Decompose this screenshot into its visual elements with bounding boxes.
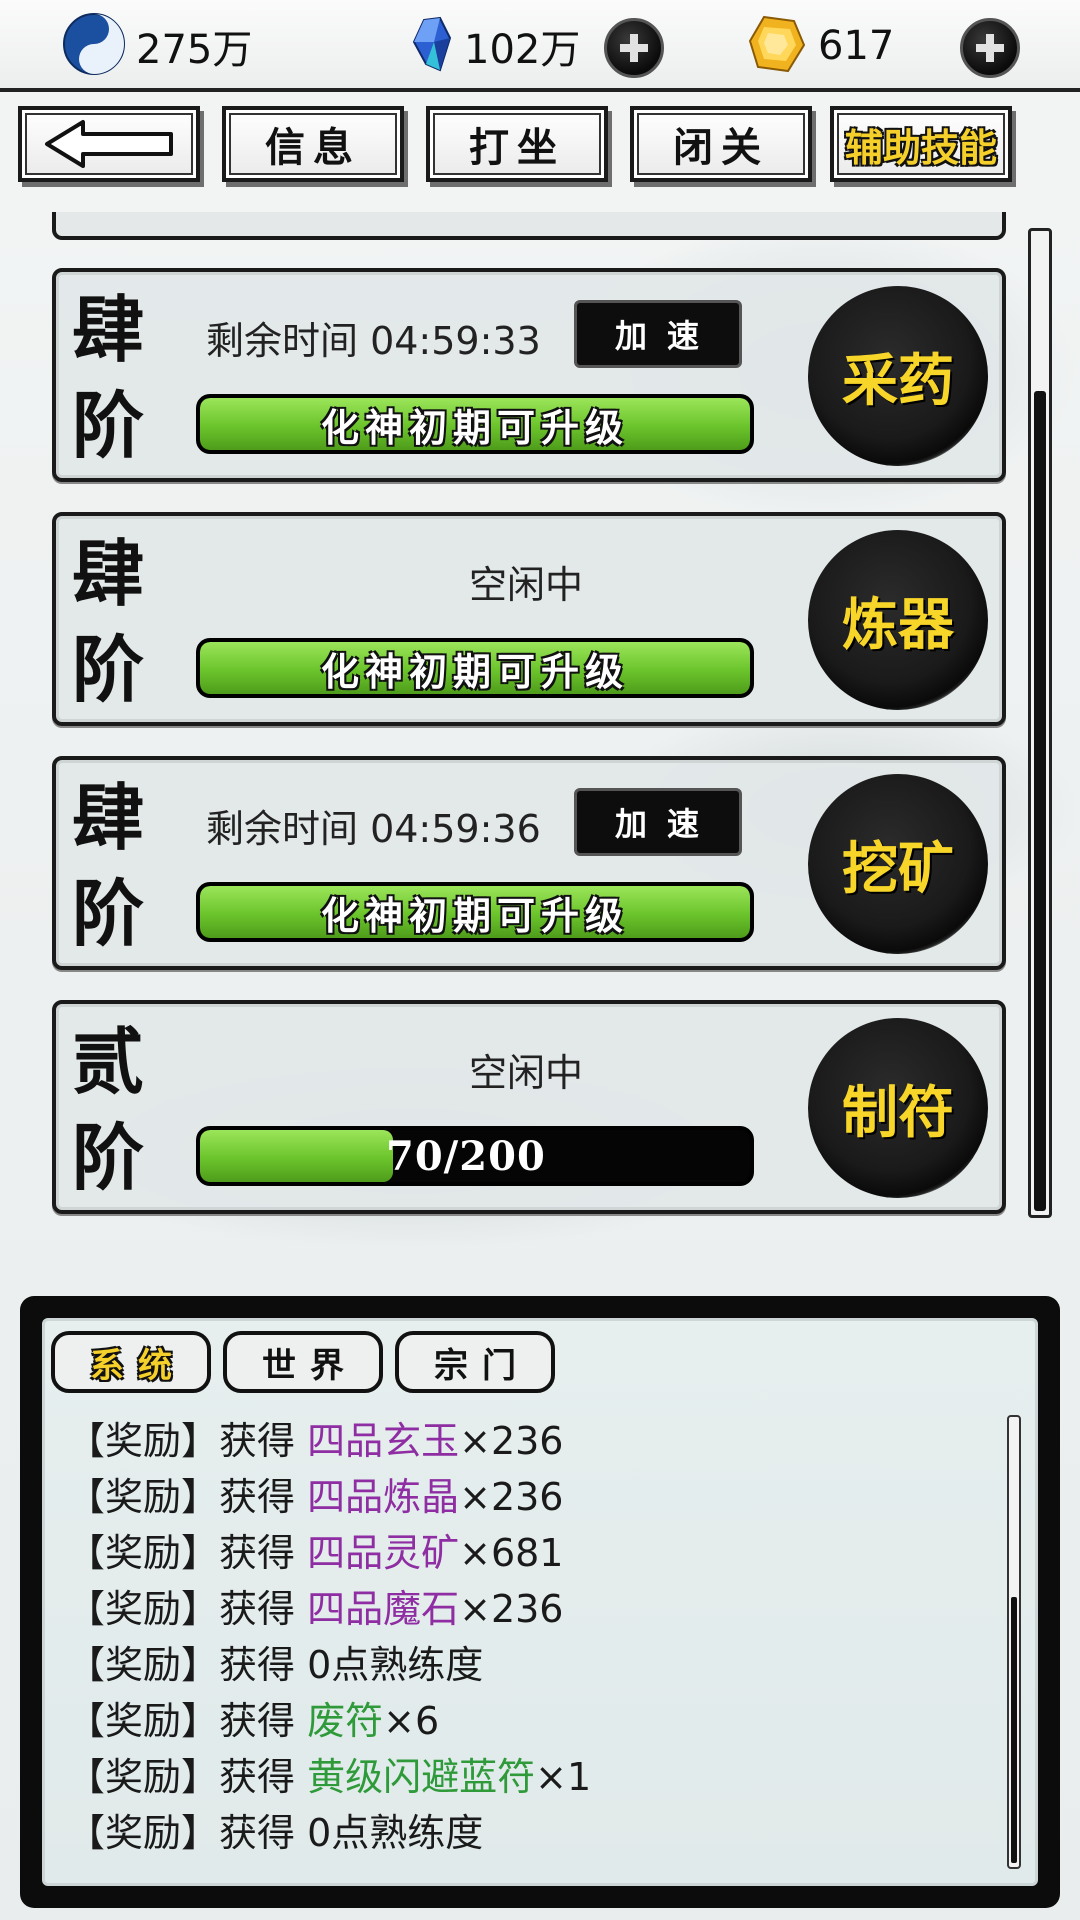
log-item: 四品玄玉	[307, 1419, 460, 1463]
skill-tier: 肆阶	[72, 775, 145, 956]
chat-panel: 系统 世界 宗门 【奖励】获得 四品玄玉×236 【奖励】获得 四品炼晶×236…	[20, 1296, 1060, 1908]
speed-up-button[interactable]: 加速	[574, 300, 742, 368]
chat-tab-world[interactable]: 世界	[223, 1331, 383, 1393]
log-line: 【奖励】获得 四品玄玉×236	[67, 1413, 997, 1469]
list-scrollbar-thumb[interactable]	[1034, 391, 1046, 1211]
skill-status: 剩余时间 04:59:36	[206, 807, 541, 851]
add-spirit-stone-button[interactable]	[604, 18, 664, 78]
spirit-stone-value: 102万	[464, 27, 581, 73]
tab-seclusion-label: 闭关	[673, 124, 769, 171]
log-item: 黄级闪避蓝符	[307, 1755, 536, 1799]
log-prefix: 【奖励】获得	[67, 1699, 308, 1743]
log-line: 【奖励】获得 废符×6	[67, 1693, 997, 1749]
log-suffix: ×681	[459, 1531, 564, 1575]
chat-scrollbar-thumb[interactable]	[1011, 1597, 1017, 1863]
gold-gem-resource: 617	[746, 14, 894, 78]
log-line: 【奖励】获得 黄级闪避蓝符×1	[67, 1749, 997, 1805]
yin-yang-icon	[62, 12, 126, 80]
skill-card-forge: 肆阶 空闲中 化神初期可升级 炼器	[52, 512, 1006, 726]
speed-up-button[interactable]: 加速	[574, 788, 742, 856]
tab-meditate[interactable]: 打坐	[426, 106, 608, 182]
log-line: 【奖励】获得 四品灵矿×681	[67, 1525, 997, 1581]
tab-info[interactable]: 信息	[222, 106, 404, 182]
log-prefix: 【奖励】获得	[67, 1419, 308, 1463]
list-item-partial	[52, 212, 1006, 240]
log-prefix: 【奖励】获得 0点熟练度	[67, 1643, 484, 1687]
log-prefix: 【奖励】获得	[67, 1475, 308, 1519]
skill-tier: 肆阶	[72, 531, 145, 712]
log-line: 【奖励】获得 0点熟练度	[67, 1805, 997, 1861]
skill-card-herb: 肆阶 剩余时间 04:59:33 加速 化神初期可升级 采药	[52, 268, 1006, 482]
chat-content: 系统 世界 宗门 【奖励】获得 四品玄玉×236 【奖励】获得 四品炼晶×236…	[42, 1318, 1038, 1886]
skill-tier: 贰阶	[72, 1019, 145, 1200]
skill-progress-bar: 70/200	[196, 1126, 754, 1186]
blue-crystal-icon	[410, 16, 454, 76]
tab-auxiliary-skills[interactable]: 辅助技能	[830, 106, 1012, 182]
log-item: 四品炼晶	[307, 1475, 460, 1519]
chat-tab-sect[interactable]: 宗门	[395, 1331, 555, 1393]
progress-text: 化神初期可升级	[320, 404, 629, 450]
log-prefix: 【奖励】获得	[67, 1531, 308, 1575]
log-prefix: 【奖励】获得	[67, 1587, 308, 1631]
back-arrow-icon	[45, 120, 173, 168]
log-suffix: ×236	[459, 1419, 564, 1463]
skill-card-mining: 肆阶 剩余时间 04:59:36 加速 化神初期可升级 挖矿	[52, 756, 1006, 970]
resource-bar: 275万 102万 617	[0, 0, 1080, 92]
chat-log: 【奖励】获得 四品玄玉×236 【奖励】获得 四品炼晶×236 【奖励】获得 四…	[67, 1413, 997, 1861]
tab-seclusion[interactable]: 闭关	[630, 106, 812, 182]
gold-gem-icon	[746, 13, 808, 79]
cultivation-resource: 275万	[62, 12, 253, 80]
skill-status: 剩余时间 04:59:33	[206, 319, 541, 363]
skill-talisman-button[interactable]: 制符	[808, 1018, 988, 1198]
log-line: 【奖励】获得 0点熟练度	[67, 1637, 997, 1693]
skill-progress-bar: 化神初期可升级	[196, 394, 754, 454]
tab-info-label: 信息	[265, 124, 361, 171]
progress-text: 化神初期可升级	[320, 892, 629, 938]
chat-scrollbar[interactable]	[1007, 1415, 1021, 1869]
log-suffix: ×6	[383, 1699, 440, 1743]
tab-auxiliary-skills-label: 辅助技能	[844, 124, 997, 170]
back-button[interactable]	[18, 106, 200, 182]
log-suffix: ×1	[535, 1755, 592, 1799]
cultivation-value: 275万	[136, 27, 253, 73]
plus-icon	[976, 34, 1004, 62]
tab-meditate-label: 打坐	[469, 124, 565, 171]
log-line: 【奖励】获得 四品魔石×236	[67, 1581, 997, 1637]
log-line: 【奖励】获得 四品炼晶×236	[67, 1469, 997, 1525]
log-prefix: 【奖励】获得 0点熟练度	[67, 1811, 484, 1855]
skill-tier: 肆阶	[72, 287, 145, 468]
log-suffix: ×236	[459, 1587, 564, 1631]
skill-status: 空闲中	[468, 1051, 583, 1095]
progress-text: 化神初期可升级	[320, 648, 629, 694]
add-gold-gem-button[interactable]	[960, 18, 1020, 78]
progress-text: 70/200	[386, 1132, 546, 1180]
spirit-stone-resource: 102万	[410, 14, 580, 78]
skill-forge-button[interactable]: 炼器	[808, 530, 988, 710]
log-item: 废符	[307, 1699, 384, 1743]
log-item: 四品灵矿	[307, 1531, 460, 1575]
gold-gem-value: 617	[818, 23, 895, 69]
skill-progress-bar: 化神初期可升级	[196, 882, 754, 942]
log-item: 四品魔石	[307, 1587, 460, 1631]
list-scrollbar[interactable]	[1028, 228, 1052, 1218]
plus-icon	[620, 34, 648, 62]
chat-tab-system[interactable]: 系统	[51, 1331, 211, 1393]
skill-herb-button[interactable]: 采药	[808, 286, 988, 466]
skill-status: 空闲中	[468, 563, 583, 607]
skill-progress-bar: 化神初期可升级	[196, 638, 754, 698]
skill-card-talisman: 贰阶 空闲中 70/200 制符	[52, 1000, 1006, 1214]
log-prefix: 【奖励】获得	[67, 1755, 308, 1799]
skill-mining-button[interactable]: 挖矿	[808, 774, 988, 954]
log-suffix: ×236	[459, 1475, 564, 1519]
